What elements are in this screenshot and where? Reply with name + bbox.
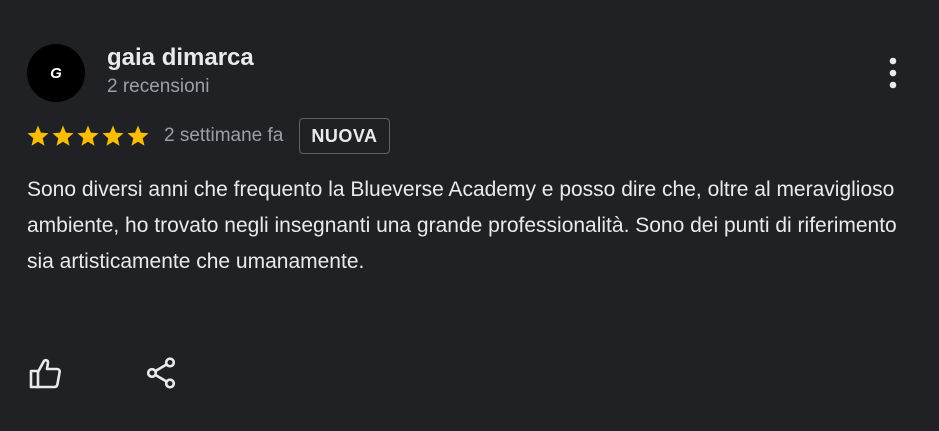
review-card: G gaia dimarca 2 recensioni 2 settimane … xyxy=(0,0,939,431)
author-name[interactable]: gaia dimarca xyxy=(107,44,254,72)
review-date: 2 settimane fa xyxy=(164,125,284,146)
share-button[interactable] xyxy=(143,355,179,391)
star-icon xyxy=(26,124,50,148)
review-text: Sono diversi anni che frequento la Bluev… xyxy=(27,178,897,273)
star-icon xyxy=(76,124,100,148)
star-icon xyxy=(126,124,150,148)
author-review-count: 2 recensioni xyxy=(107,76,210,97)
like-button[interactable] xyxy=(27,355,63,391)
avatar-initial: G xyxy=(50,64,62,82)
thumb-up-icon xyxy=(29,358,61,389)
rating-row: 2 settimane fa NUOVA xyxy=(26,118,390,154)
star-icon xyxy=(51,124,75,148)
star-icon xyxy=(101,124,125,148)
avatar[interactable]: G xyxy=(27,44,85,102)
more-options-button[interactable] xyxy=(876,56,910,90)
star-rating xyxy=(26,124,150,148)
new-badge: NUOVA xyxy=(299,118,390,154)
share-icon xyxy=(146,357,176,389)
more-vert-icon xyxy=(889,57,897,89)
